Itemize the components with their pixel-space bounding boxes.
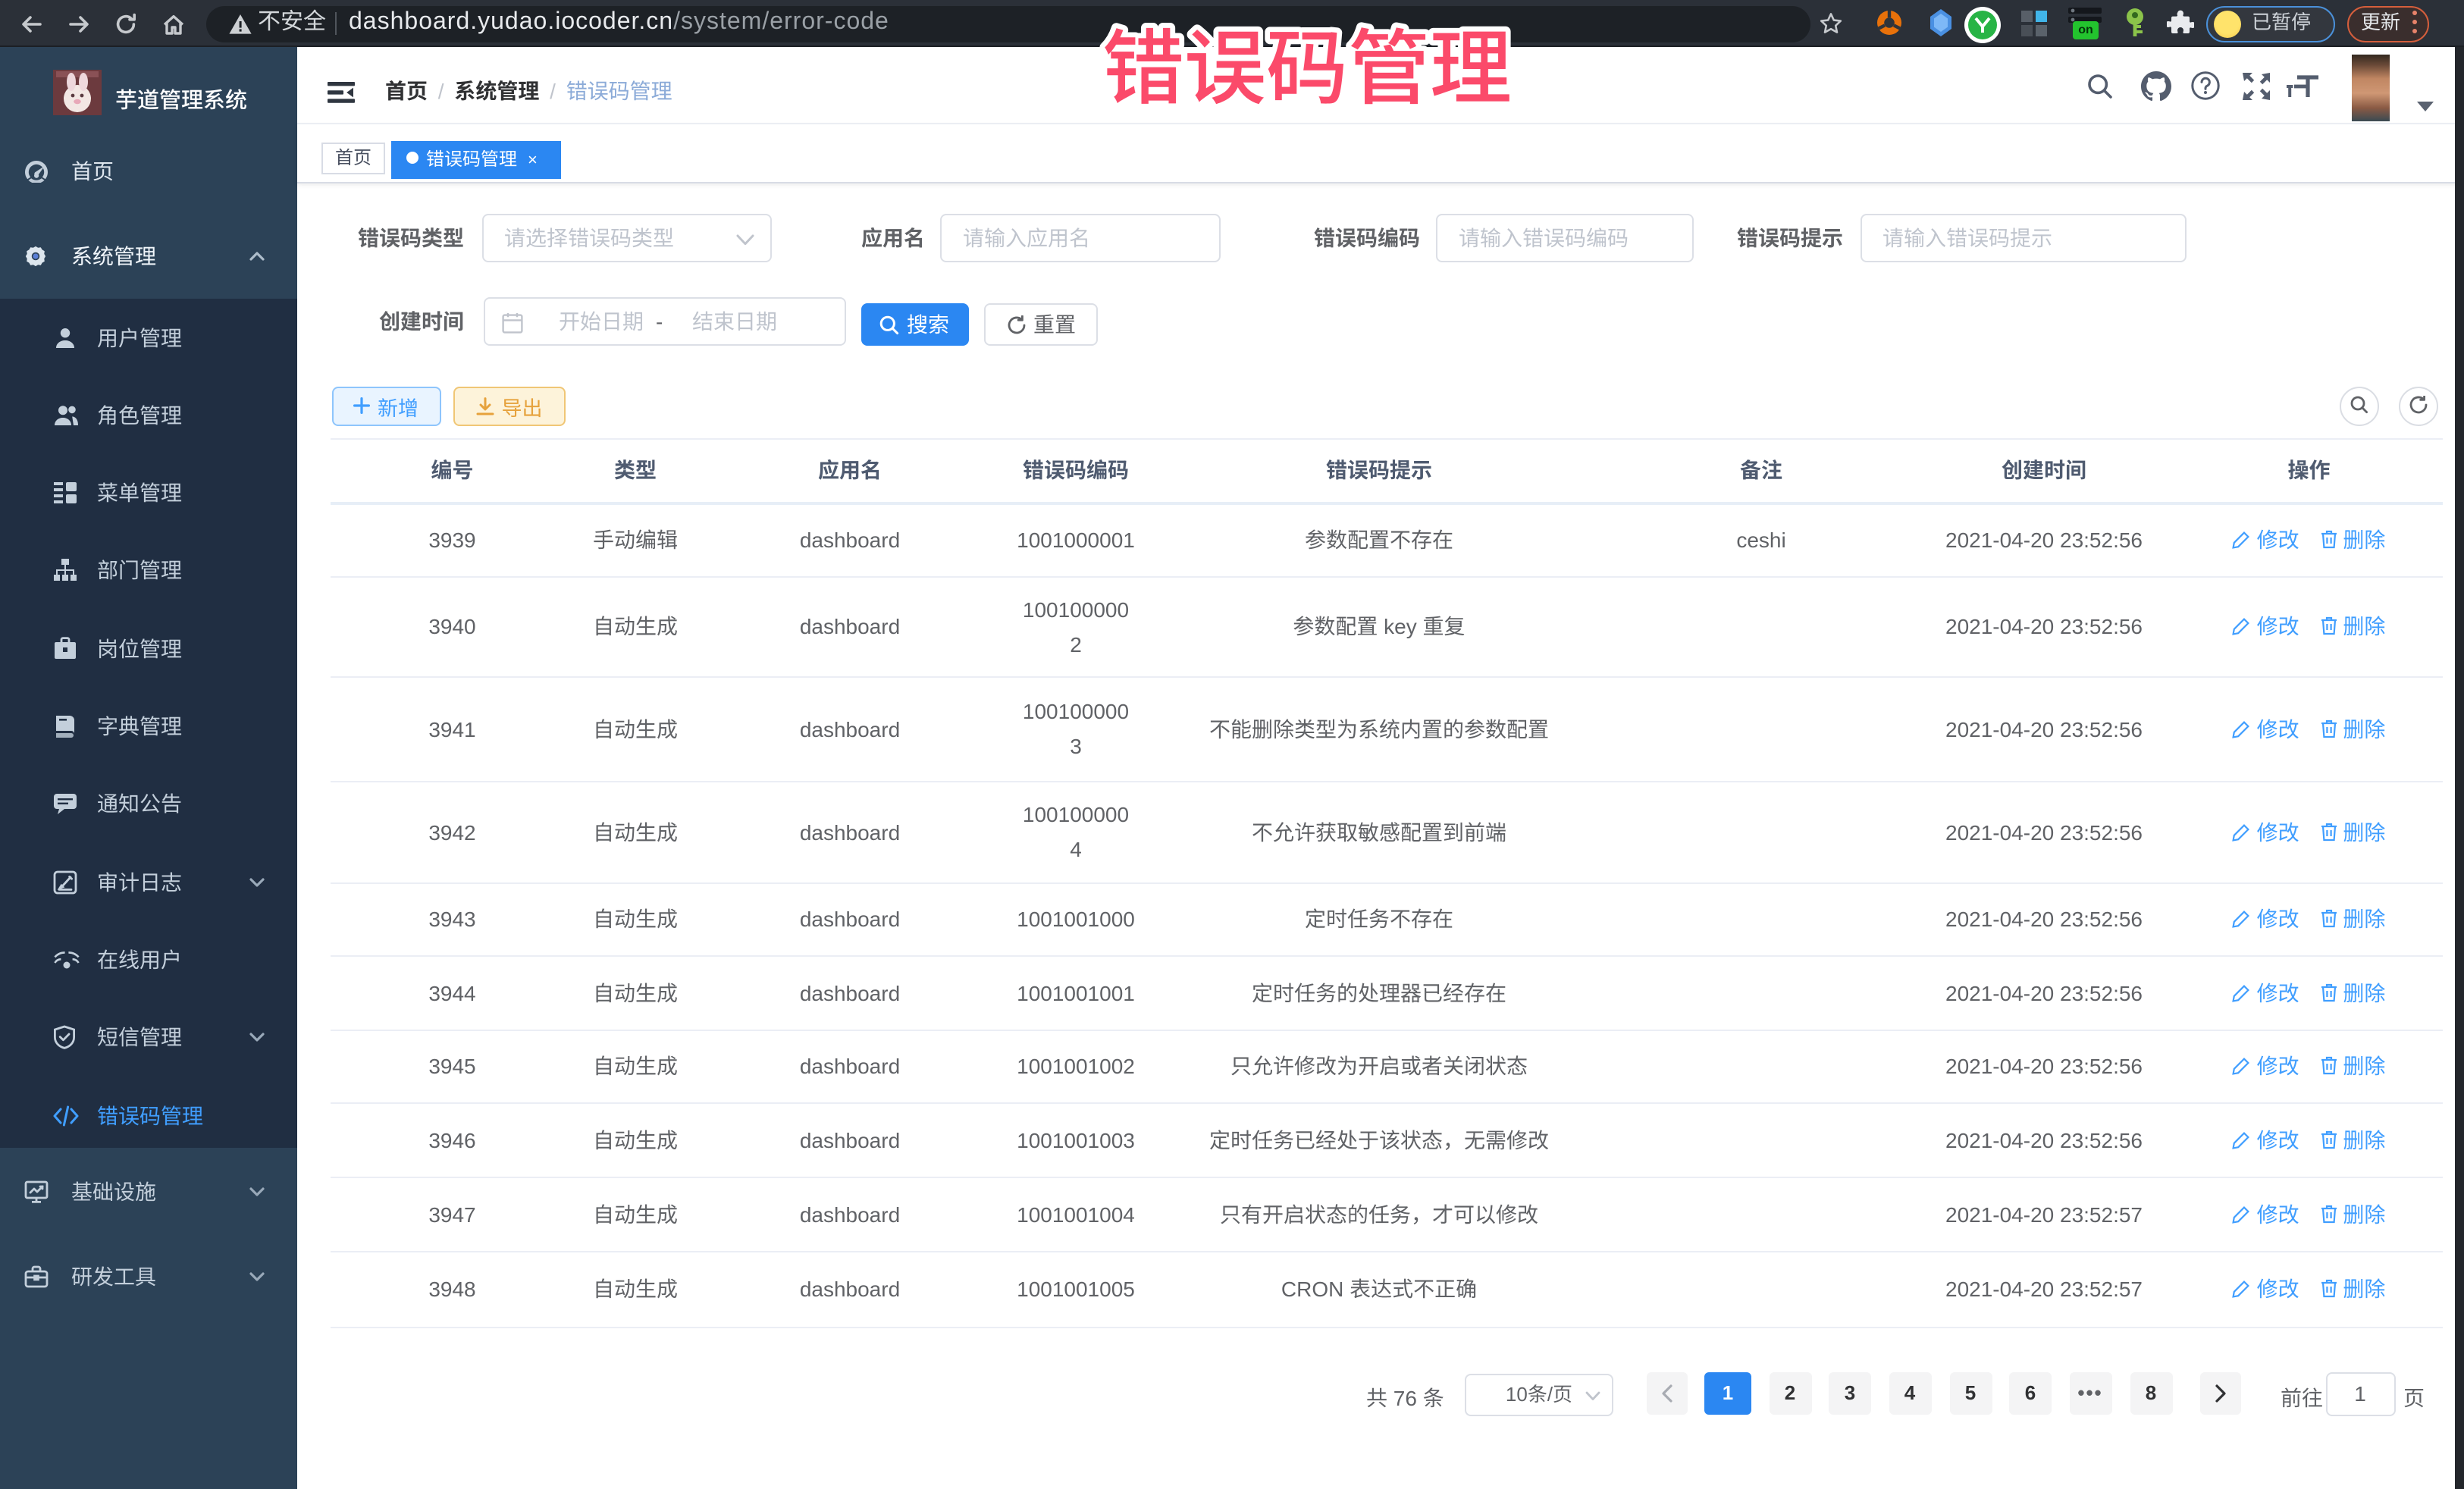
svg-text:错误码管理: 错误码管理 (1102, 3, 1512, 121)
